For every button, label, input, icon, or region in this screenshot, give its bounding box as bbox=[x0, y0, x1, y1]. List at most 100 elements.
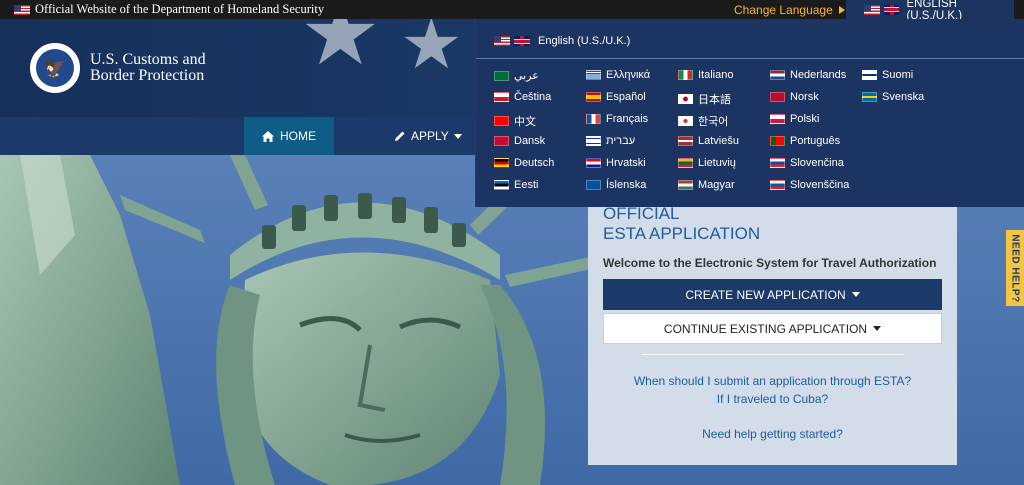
us-flag-icon bbox=[494, 36, 510, 46]
polish-flag-icon bbox=[770, 114, 785, 124]
nav-home[interactable]: HOME bbox=[244, 117, 334, 155]
taiwan-flag-icon bbox=[494, 116, 509, 126]
finnish-flag-icon bbox=[862, 70, 877, 80]
language-label: Magyar bbox=[698, 179, 735, 191]
hungarian-flag-icon bbox=[678, 180, 693, 190]
czech-flag-icon bbox=[494, 92, 509, 102]
caret-right-icon bbox=[838, 6, 845, 14]
language-label: Slovenčina bbox=[790, 157, 844, 169]
language-option-icelandic[interactable]: Íslenska bbox=[586, 179, 646, 191]
language-option-french[interactable]: Français bbox=[586, 113, 648, 125]
main-nav: HOME APPLY bbox=[0, 117, 475, 155]
language-label: 日本語 bbox=[698, 94, 731, 106]
agency-title-line1: U.S. Customs and bbox=[90, 51, 206, 68]
language-option-latvian[interactable]: Latviešu bbox=[678, 135, 739, 147]
dutch-flag-icon bbox=[770, 70, 785, 80]
language-label: Hrvatski bbox=[606, 157, 646, 169]
language-option-hebrew[interactable]: עברית bbox=[586, 135, 635, 147]
language-option-slovak[interactable]: Slovenčina bbox=[770, 157, 844, 169]
pencil-icon bbox=[395, 131, 405, 141]
language-label: Français bbox=[606, 113, 649, 125]
welcome-text: Welcome to the Electronic System for Tra… bbox=[603, 256, 937, 270]
latvian-flag-icon bbox=[678, 136, 693, 146]
uk-flag-icon bbox=[883, 4, 900, 15]
language-option-chinese[interactable]: 中文 bbox=[494, 113, 536, 129]
language-label: Latviešu bbox=[698, 135, 739, 147]
nav-home-label: HOME bbox=[280, 129, 316, 143]
continue-existing-application-button[interactable]: CONTINUE EXISTING APPLICATION bbox=[603, 313, 942, 344]
language-option-italian[interactable]: Italiano bbox=[678, 69, 733, 81]
spanish-flag-icon bbox=[586, 92, 601, 102]
language-option-danish[interactable]: Dansk bbox=[494, 135, 545, 147]
language-option-swedish[interactable]: Svenska bbox=[862, 91, 924, 103]
us-flag-icon bbox=[14, 4, 30, 15]
language-option-estonian[interactable]: Eesti bbox=[494, 179, 538, 191]
language-option-finnish[interactable]: Suomi bbox=[862, 69, 913, 81]
language-option-polish[interactable]: Polski bbox=[770, 113, 819, 125]
chevron-down-icon bbox=[851, 292, 860, 297]
language-option-portuguese[interactable]: Português bbox=[770, 135, 840, 147]
language-menu-divider bbox=[476, 58, 1024, 59]
create-new-application-button[interactable]: CREATE NEW APPLICATION bbox=[603, 279, 942, 310]
language-option-slovenian[interactable]: Slovenščina bbox=[770, 179, 849, 191]
language-label: Suomi bbox=[882, 69, 914, 81]
language-option-czech[interactable]: Čeština bbox=[494, 91, 551, 103]
panel-heading-official: OFFICIAL bbox=[603, 204, 680, 223]
help-getting-started-link[interactable]: Need help getting started? bbox=[588, 427, 957, 441]
german-flag-icon bbox=[494, 158, 509, 168]
panel-heading-esta: ESTA APPLICATION bbox=[603, 224, 761, 243]
language-option-spanish[interactable]: Español bbox=[586, 91, 646, 103]
chevron-down-icon bbox=[873, 326, 882, 331]
language-label: Nederlands bbox=[790, 69, 847, 81]
language-label: Ελληνικά bbox=[606, 69, 651, 81]
dhs-seal-logo[interactable]: 🦅 bbox=[28, 41, 82, 95]
language-option-norwegian[interactable]: Norsk bbox=[770, 91, 819, 103]
nav-apply-label: APPLY bbox=[411, 129, 449, 143]
language-option-dutch[interactable]: Nederlands bbox=[770, 69, 846, 81]
language-label: 한국어 bbox=[698, 116, 729, 128]
language-option-arabic[interactable]: عربي bbox=[494, 69, 539, 82]
danish-flag-icon bbox=[494, 136, 509, 146]
lithuanian-flag-icon bbox=[678, 158, 693, 168]
uk-flag-icon bbox=[514, 36, 530, 46]
chevron-down-icon bbox=[453, 133, 462, 139]
slovak-flag-icon bbox=[770, 158, 785, 168]
language-label: Čeština bbox=[514, 91, 552, 103]
cuba-travel-link[interactable]: If I traveled to Cuba? bbox=[588, 392, 957, 406]
slovenian-flag-icon bbox=[770, 180, 785, 190]
top-bar: Official Website of the Department of Ho… bbox=[0, 0, 1024, 22]
language-option-german[interactable]: Deutsch bbox=[494, 157, 554, 169]
language-option-japanese[interactable]: 日本語 bbox=[678, 91, 731, 107]
croatian-flag-icon bbox=[586, 158, 601, 168]
language-label: Norsk bbox=[790, 91, 819, 103]
norwegian-flag-icon bbox=[770, 92, 785, 102]
home-icon bbox=[262, 130, 274, 142]
language-current-label: English (U.S./U.K.) bbox=[538, 35, 631, 47]
flag-star-decoration: ★ bbox=[300, 19, 381, 84]
language-option-greek[interactable]: Ελληνικά bbox=[586, 69, 650, 81]
french-flag-icon bbox=[586, 114, 601, 124]
need-help-tab[interactable]: NEED HELP? bbox=[1006, 230, 1024, 306]
nav-apply[interactable]: APPLY bbox=[394, 117, 462, 155]
when-to-submit-link[interactable]: When should I submit an application thro… bbox=[588, 374, 957, 388]
language-label: Español bbox=[606, 91, 646, 103]
agency-title[interactable]: U.S. Customs and Border Protection bbox=[90, 52, 206, 84]
language-label: Polski bbox=[790, 113, 820, 125]
icelandic-flag-icon bbox=[586, 180, 601, 190]
swedish-flag-icon bbox=[862, 92, 877, 102]
language-option-hungarian[interactable]: Magyar bbox=[678, 179, 735, 191]
language-label: Português bbox=[790, 135, 841, 147]
change-language-link[interactable]: Change Language bbox=[734, 3, 845, 17]
language-label: Dansk bbox=[514, 135, 546, 147]
language-current-option[interactable]: English (U.S./U.K.) bbox=[494, 35, 630, 47]
greek-flag-icon bbox=[586, 70, 601, 80]
current-language-button[interactable]: ENGLISH (U.S./U.K.) bbox=[846, 0, 1014, 22]
language-option-korean[interactable]: 한국어 bbox=[678, 113, 728, 129]
language-option-lithuanian[interactable]: Lietuvių bbox=[678, 157, 736, 169]
portuguese-flag-icon bbox=[770, 136, 785, 146]
language-option-croatian[interactable]: Hrvatski bbox=[586, 157, 646, 169]
create-button-label: CREATE NEW APPLICATION bbox=[685, 287, 846, 302]
language-label: Svenska bbox=[882, 91, 925, 103]
israeli-flag-icon bbox=[586, 136, 601, 146]
language-label: Italiano bbox=[698, 69, 734, 81]
